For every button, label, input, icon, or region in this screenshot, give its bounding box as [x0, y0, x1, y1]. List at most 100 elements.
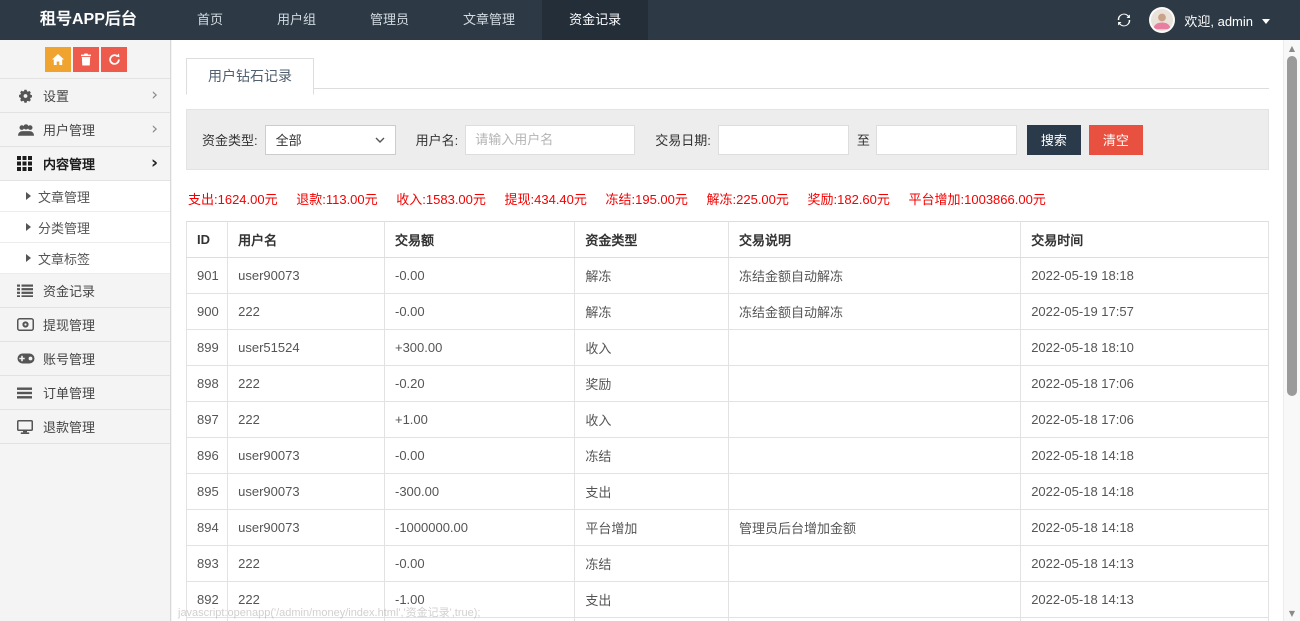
table-cell: -0.00 [384, 438, 574, 474]
table-cell [729, 402, 1021, 438]
clear-button[interactable]: 清空 [1089, 125, 1143, 155]
tab-user-diamond-records[interactable]: 用户钻石记录 [186, 58, 314, 95]
home-button[interactable] [45, 47, 71, 72]
recycle-button[interactable] [101, 47, 127, 72]
table-row: 898222-0.20奖励2022-05-18 17:06 [187, 366, 1269, 402]
table-cell: 收入 [575, 330, 729, 366]
top-navbar: 租号APP后台 首页 用户组 管理员 文章管理 资金记录 欢迎, admin [0, 0, 1300, 40]
table-cell: 222 [228, 402, 385, 438]
stat-withdraw: 提现:434.40元 [505, 192, 587, 207]
refresh-icon[interactable] [1115, 11, 1133, 29]
table-cell: 222 [228, 366, 385, 402]
nav-item-admins[interactable]: 管理员 [343, 0, 436, 40]
date-to-input[interactable] [876, 125, 1017, 155]
table-cell: 894 [187, 510, 228, 546]
table-cell: 899 [187, 330, 228, 366]
chevron-right-icon: › [151, 87, 158, 104]
table-row: 894user90073-1000000.00平台增加管理员后台增加金额2022… [187, 510, 1269, 546]
sidebar-subitem-article-tags[interactable]: 文章标签 [0, 243, 170, 274]
table-cell: 222 [228, 546, 385, 582]
chevron-down-icon [375, 137, 385, 143]
table-cell: 奖励 [575, 366, 729, 402]
stat-platform-add: 平台增加:1003866.00元 [909, 192, 1046, 207]
triangle-right-icon [26, 254, 31, 262]
sidebar-item-refund-management[interactable]: 退款管理 [0, 410, 170, 444]
money-icon [17, 318, 43, 331]
user-menu[interactable]: 欢迎, admin [1149, 7, 1270, 33]
sidebar-item-user-management[interactable]: 用户管理 › [0, 113, 170, 147]
sidebar-item-label: 内容管理 [43, 154, 151, 173]
table-cell: 896 [187, 438, 228, 474]
bars-icon [17, 387, 43, 399]
col-header-description: 交易说明 [729, 222, 1021, 258]
stat-frozen: 冻结:195.00元 [606, 192, 688, 207]
list-icon [17, 284, 43, 297]
stat-income: 收入:1583.00元 [396, 192, 486, 207]
table-cell: 冻结 [575, 546, 729, 582]
date-to-label: 至 [857, 130, 870, 149]
sidebar-quick-buttons [0, 40, 170, 79]
chevron-down-icon [1262, 19, 1270, 24]
sidebar-item-settings[interactable]: 设置 › [0, 79, 170, 113]
trash-button[interactable] [73, 47, 99, 72]
username-input[interactable] [465, 125, 635, 155]
grid-icon [17, 156, 43, 171]
chevron-right-icon: › [151, 155, 158, 172]
status-link-preview: javascript:openapp('/admin/money/index.h… [178, 604, 480, 620]
table-cell: 解冻 [575, 618, 729, 621]
sidebar-subitem-article-management[interactable]: 文章管理 [0, 181, 170, 212]
search-button[interactable]: 搜索 [1027, 125, 1081, 155]
sidebar-item-withdrawal-management[interactable]: 提现管理 [0, 308, 170, 342]
welcome-text: 欢迎, admin [1184, 11, 1253, 30]
stat-expense: 支出:1624.00元 [188, 192, 278, 207]
triangle-right-icon [26, 223, 31, 231]
sidebar-item-content-management[interactable]: 内容管理 › [0, 147, 170, 181]
table-cell: 支出 [575, 474, 729, 510]
users-icon [17, 123, 43, 137]
table-cell: user51524 [228, 330, 385, 366]
sidebar-item-label: 设置 [43, 86, 151, 105]
vertical-scrollbar[interactable]: ▲ ▼ [1283, 40, 1300, 621]
table-cell: 2022-05-18 18:10 [1021, 330, 1269, 366]
sidebar-item-label: 提现管理 [43, 315, 158, 334]
table-cell: 901 [187, 258, 228, 294]
table-cell: 2022-05-18 14:13 [1021, 546, 1269, 582]
sidebar-subitem-category-management[interactable]: 分类管理 [0, 212, 170, 243]
sidebar-item-label: 退款管理 [43, 417, 158, 436]
table-cell: 平台增加 [575, 510, 729, 546]
table-cell: +300.00 [384, 330, 574, 366]
tab-bar: 用户钻石记录 [186, 58, 1269, 89]
table-cell: 冻结金额自动解冻 [729, 294, 1021, 330]
brand-title: 租号APP后台 [0, 0, 170, 40]
nav-item-home[interactable]: 首页 [170, 0, 250, 40]
table-row: 899user51524+300.00收入 2022-05-18 18:10 [187, 330, 1269, 366]
scrollbar-thumb[interactable] [1287, 56, 1297, 396]
fund-type-select[interactable]: 全部 [265, 125, 396, 155]
table-cell: 2022-05-18 14:18 [1021, 510, 1269, 546]
scroll-up-icon[interactable]: ▲ [1284, 41, 1300, 55]
records-table-head: ID 用户名 交易额 资金类型 交易说明 交易时间 [187, 222, 1269, 258]
scroll-down-icon[interactable]: ▼ [1284, 606, 1300, 620]
table-cell: +1.00 [384, 402, 574, 438]
col-header-username: 用户名 [228, 222, 385, 258]
table-cell: 管理员后台增加金额 [729, 510, 1021, 546]
table-cell [729, 546, 1021, 582]
date-from-input[interactable] [718, 125, 849, 155]
sidebar-item-label: 用户管理 [43, 120, 151, 139]
gears-icon [17, 88, 43, 103]
table-row: 895user90073-300.00支出2022-05-18 14:18 [187, 474, 1269, 510]
nav-item-articles[interactable]: 文章管理 [436, 0, 542, 40]
triangle-right-icon [26, 192, 31, 200]
nav-item-user-groups[interactable]: 用户组 [250, 0, 343, 40]
sidebar-item-order-management[interactable]: 订单管理 [0, 376, 170, 410]
table-cell [729, 330, 1021, 366]
sidebar-item-account-management[interactable]: 账号管理 [0, 342, 170, 376]
main-content: 用户钻石记录 资金类型: 全部 用户名: 交易日期: 至 搜索 清空 支出:16… [172, 40, 1283, 621]
table-cell: 解冻 [575, 258, 729, 294]
table-cell: 2022-05-18 17:06 [1021, 402, 1269, 438]
sidebar-subitem-label: 分类管理 [38, 218, 90, 237]
table-cell: 2022-02-01 21:38 [1021, 618, 1269, 621]
table-cell: 222 [228, 294, 385, 330]
nav-item-fund-records[interactable]: 资金记录 [542, 0, 648, 40]
sidebar-item-fund-records[interactable]: 资金记录 [0, 274, 170, 308]
